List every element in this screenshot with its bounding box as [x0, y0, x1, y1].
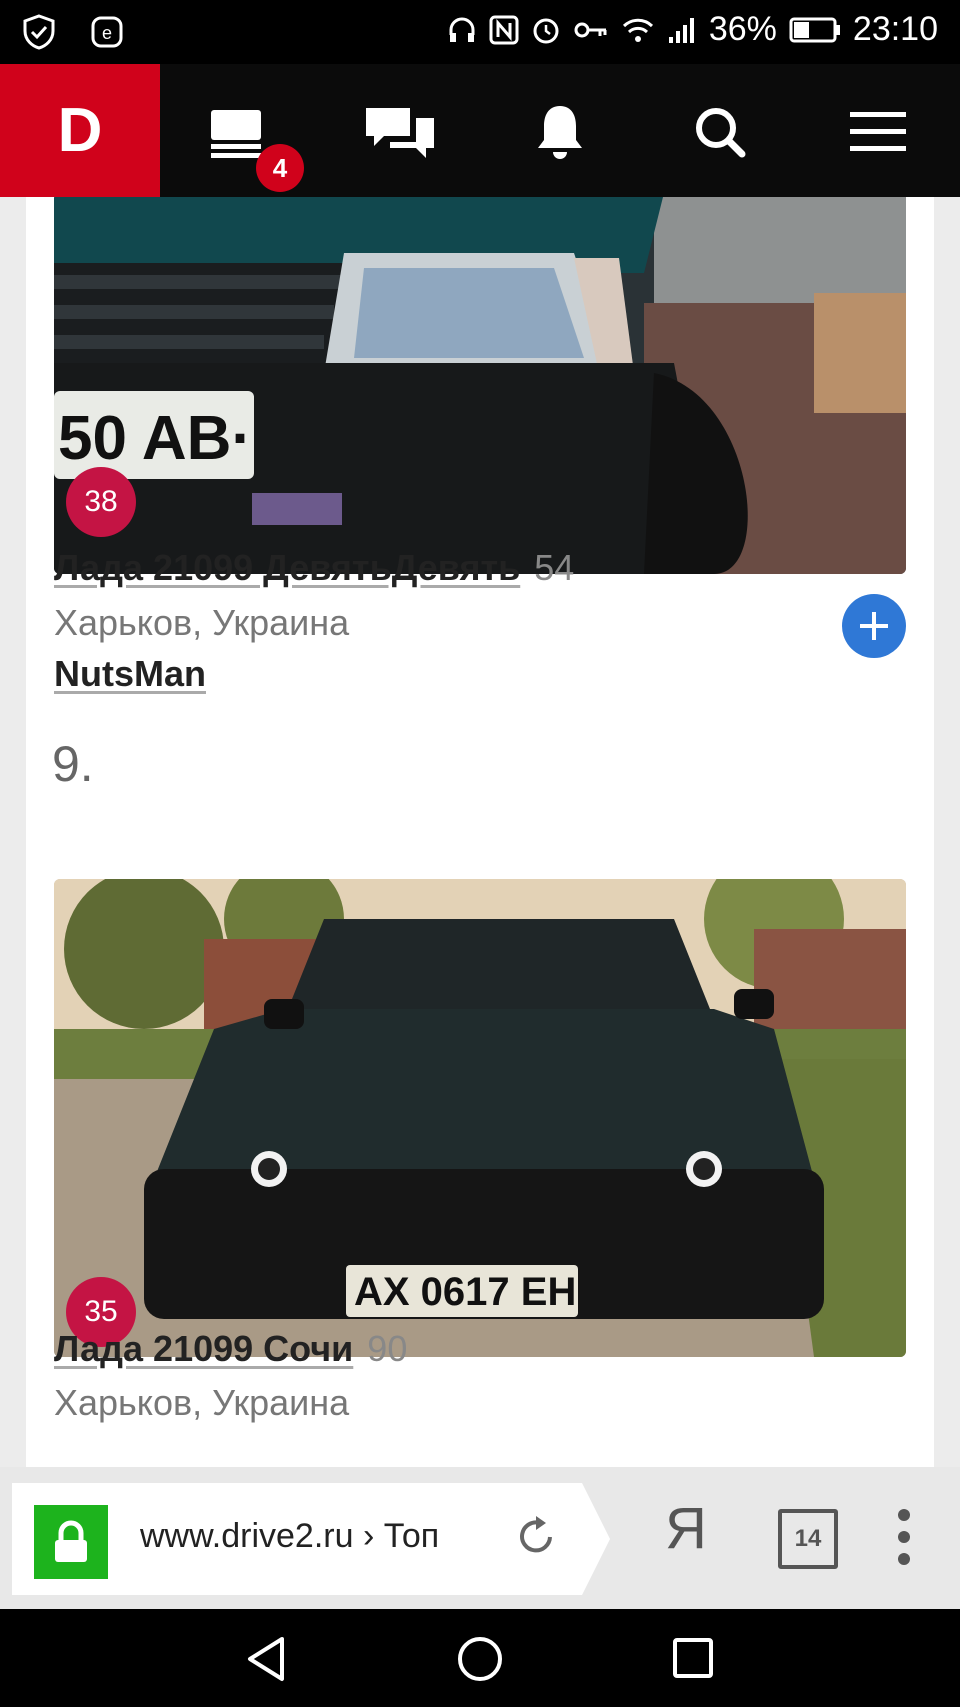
search-button[interactable]: [680, 92, 760, 172]
alarm-icon: [533, 18, 559, 43]
add-button[interactable]: [842, 594, 906, 658]
car-photo-2-image: AX 0617 EH: [54, 879, 906, 1357]
e-icon: e: [91, 16, 123, 48]
android-navigation-bar: [0, 1609, 960, 1707]
bell-icon: [538, 106, 582, 159]
status-bar: e 36% 23:10: [0, 0, 960, 64]
shield-icon: [23, 14, 55, 50]
car-city-2: Харьков, Украина: [54, 1382, 350, 1423]
secure-lock[interactable]: [34, 1505, 108, 1579]
car-title-link[interactable]: Лада 21099 Сочи: [54, 1328, 353, 1369]
home-icon[interactable]: [456, 1635, 504, 1683]
car-title-link[interactable]: Лада 21099 ДевятьДевять: [54, 547, 520, 588]
car-photo-2[interactable]: AX 0617 EH 35: [54, 879, 906, 1357]
wifi-icon: [622, 18, 653, 42]
car-photo-1-image: 50 AB·: [54, 197, 906, 574]
nfc-icon: [489, 15, 519, 44]
url-text[interactable]: www.drive2.ru › Топ: [140, 1517, 460, 1556]
browser-toolbar: www.drive2.ru › Топ Я 14: [0, 1467, 960, 1609]
svg-text:e: e: [102, 23, 112, 43]
car-owner-link[interactable]: NutsMan: [54, 653, 206, 695]
drive2-logo[interactable]: D: [0, 64, 160, 197]
headphones-icon: [449, 17, 475, 42]
svg-text:AX 0617 EH: AX 0617 EH: [354, 1270, 576, 1314]
app-header: D 4: [0, 64, 960, 197]
plus-icon: [860, 612, 888, 640]
menu-button[interactable]: [838, 92, 918, 172]
key-icon: [574, 22, 607, 37]
notifications-button[interactable]: [520, 92, 600, 172]
battery-icon: [789, 17, 840, 42]
car-number: 90: [367, 1328, 408, 1369]
reload-button[interactable]: [512, 1513, 560, 1566]
yandex-button[interactable]: Я: [665, 1495, 707, 1562]
car-number: 54: [534, 547, 575, 588]
menu-icon: [850, 112, 906, 151]
content-card: 50 AB· 38 Лада 21099 ДевятьДевять 54 Харь…: [26, 197, 934, 1467]
feed-badge: 4: [256, 144, 304, 192]
clock: 23:10: [852, 10, 938, 48]
reload-icon: [520, 1516, 552, 1553]
address-bar-arrow: [582, 1483, 610, 1595]
svg-text:50 AB·: 50 AB·: [58, 404, 252, 473]
battery-percent: 36%: [708, 10, 777, 48]
back-icon[interactable]: [244, 1635, 288, 1683]
lock-icon: [55, 1520, 87, 1562]
address-bar[interactable]: www.drive2.ru › Топ: [12, 1483, 582, 1595]
car-title-1[interactable]: Лада 21099 ДевятьДевять 54: [54, 547, 574, 589]
tabs-button[interactable]: 14: [778, 1509, 838, 1569]
photo-count-badge: 38: [66, 467, 136, 537]
more-icon[interactable]: [896, 1507, 912, 1567]
rank-number: 9.: [52, 736, 94, 792]
messages-icon: [366, 108, 434, 158]
car-city-1: Харьков, Украина: [54, 602, 350, 643]
feed-icon: [211, 110, 261, 158]
search-icon: [696, 108, 746, 158]
messages-button[interactable]: [360, 92, 440, 172]
car-title-2[interactable]: Лада 21099 Сочи 90: [54, 1328, 407, 1370]
signal-icon: [668, 17, 694, 43]
recents-icon[interactable]: [672, 1637, 714, 1679]
car-photo-1[interactable]: 50 AB· 38: [54, 197, 906, 574]
